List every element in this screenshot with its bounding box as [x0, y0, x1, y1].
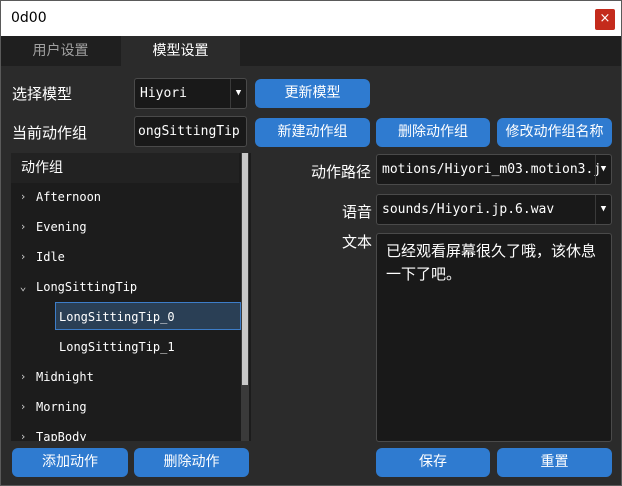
save-button[interactable]: 保存 — [376, 448, 490, 477]
current-group-value: ongSittingTip — [138, 124, 240, 139]
chevron-right-icon[interactable]: › — [16, 423, 30, 441]
voice-value: sounds/Hiyori.jp.6.wav — [382, 202, 555, 217]
motion-group-tree: 动作组 › Afternoon › Evening › Idle ⌄ LongS… — [11, 153, 251, 441]
model-select-value: Hiyori — [140, 86, 187, 101]
motion-path-label: 动作路径 — [311, 163, 372, 181]
text-editor[interactable]: 已经观看屏幕很久了哦，该休息一下了吧。 — [376, 233, 612, 442]
model-label: 选择模型 — [12, 85, 73, 103]
tree-item-label: Afternoon — [36, 190, 102, 204]
model-select[interactable]: Hiyori ▼ — [134, 78, 247, 109]
tree-item-label: Morning — [36, 400, 87, 414]
close-button[interactable]: × — [595, 9, 615, 30]
tree-item-label: Evening — [36, 220, 87, 234]
tree-item-afternoon[interactable]: › Afternoon — [11, 183, 241, 211]
chevron-down-icon[interactable]: ▼ — [595, 155, 611, 184]
chevron-down-icon[interactable]: ▼ — [230, 79, 246, 108]
chevron-right-icon[interactable]: › — [16, 183, 30, 211]
tree-item-label: Idle — [36, 250, 65, 264]
tree-item-label: LongSittingTip_1 — [59, 340, 175, 354]
current-group-label: 当前动作组 — [12, 124, 88, 142]
chevron-right-icon[interactable]: › — [16, 393, 30, 421]
tree-scrollbar[interactable] — [241, 153, 249, 441]
tree-item-longsittingtip-1[interactable]: LongSittingTip_1 — [11, 333, 241, 361]
update-model-button[interactable]: 更新模型 — [255, 79, 370, 108]
chevron-down-icon[interactable]: ⌄ — [16, 273, 30, 301]
tree-item-idle[interactable]: › Idle — [11, 243, 241, 271]
current-group-input[interactable]: ongSittingTip — [134, 116, 247, 147]
text-label: 文本 — [342, 233, 373, 251]
tree-item-label: LongSittingTip — [36, 280, 138, 294]
tree-item-midnight[interactable]: › Midnight — [11, 363, 241, 391]
title-bar: 0d00 × — [1, 1, 621, 36]
chevron-right-icon[interactable]: › — [16, 243, 30, 271]
tree-header: 动作组 — [11, 153, 239, 183]
tab-bar: 用户设置 模型设置 — [1, 36, 621, 66]
tree-item-evening[interactable]: › Evening — [11, 213, 241, 241]
rename-group-button[interactable]: 修改动作组名称 — [497, 118, 612, 147]
tree-item-label: LongSittingTip_0 — [59, 310, 175, 324]
chevron-right-icon[interactable]: › — [16, 213, 30, 241]
tab-user-settings[interactable]: 用户设置 — [1, 36, 120, 66]
tree-item-label: TapBody — [36, 430, 87, 441]
tree-item-morning[interactable]: › Morning — [11, 393, 241, 421]
tree-item-label: Midnight — [36, 370, 94, 384]
tree-item-longsittingtip-0[interactable]: LongSittingTip_0 — [55, 302, 241, 330]
new-group-button[interactable]: 新建动作组 — [255, 118, 370, 147]
tree-item-longsittingtip[interactable]: ⌄ LongSittingTip — [11, 273, 241, 301]
motion-path-select[interactable]: motions/Hiyori_m03.motion3.j ▼ — [376, 154, 612, 185]
voice-select[interactable]: sounds/Hiyori.jp.6.wav ▼ — [376, 194, 612, 225]
delete-group-button[interactable]: 删除动作组 — [376, 118, 490, 147]
reset-button[interactable]: 重置 — [497, 448, 612, 477]
add-motion-button[interactable]: 添加动作 — [12, 448, 128, 477]
delete-motion-button[interactable]: 删除动作 — [134, 448, 249, 477]
app-window: 0d00 × 用户设置 模型设置 选择模型 Hiyori ▼ 更新模型 当前动作… — [0, 0, 622, 486]
chevron-right-icon[interactable]: › — [16, 363, 30, 391]
motion-path-value: motions/Hiyori_m03.motion3.j — [382, 162, 602, 177]
tab-model-settings[interactable]: 模型设置 — [121, 36, 240, 66]
chevron-down-icon[interactable]: ▼ — [595, 195, 611, 224]
voice-label: 语音 — [342, 203, 373, 221]
tree-item-tapbody[interactable]: › TapBody — [11, 423, 241, 441]
window-title: 0d00 — [11, 10, 47, 26]
scrollbar-thumb[interactable] — [242, 153, 248, 385]
